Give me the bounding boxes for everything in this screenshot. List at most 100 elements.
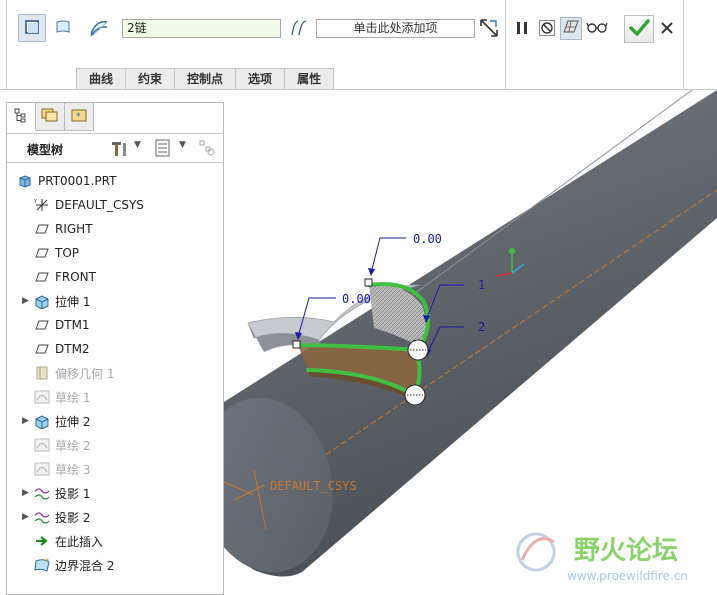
tree-node-csys[interactable]: Y DEFAULT_CSYS (7, 193, 223, 217)
chain-label-2: 2 (478, 320, 485, 334)
dim-label-2[interactable]: 0.00 (342, 292, 371, 306)
sketch-icon (34, 389, 50, 405)
tree-node-label: 拉伸 2 (55, 414, 91, 429)
attached-preview-button[interactable] (560, 17, 582, 40)
tree-node-offset-geometry-1[interactable]: 偏移几何 1 (7, 361, 223, 385)
mesh-preview-icon (562, 18, 580, 39)
tree-node-label: DTM1 (55, 318, 90, 332)
tab-folder-browser[interactable] (36, 103, 65, 131)
model-tree-title: 模型树 (27, 143, 64, 157)
expand-arrow-icon[interactable]: ▶ (22, 488, 32, 498)
tree-node-right[interactable]: RIGHT (7, 217, 223, 241)
datum-plane-icon (34, 341, 50, 357)
first-direction-button[interactable] (86, 17, 112, 41)
tab-properties[interactable]: 属性 (284, 68, 335, 89)
favorites-folder-icon: * (70, 107, 88, 126)
tree-settings-dropdown-icon[interactable]: ▼ (179, 140, 186, 150)
diagonal-arrows-icon (478, 17, 500, 42)
tree-filter-icon (198, 140, 216, 160)
tree-filter-button[interactable] (198, 139, 218, 159)
surface-square-icon (23, 18, 41, 39)
tree-node-label: 偏移几何 1 (55, 366, 115, 381)
tree-node-label: 在此插入 (55, 534, 104, 549)
tree-node-label: 草绘 1 (55, 390, 91, 405)
boundary-blend-dashboard: 2链 单击此处添加项 曲线 约束 控制点 选项 属性 (0, 0, 717, 90)
graphics-viewport[interactable]: 0.00 0.00 1 2 DEFAULT_CSYS 野火论坛 www.proe… (199, 89, 717, 595)
tab-curves[interactable]: 曲线 (76, 68, 127, 89)
second-direction-add-field[interactable]: 单击此处添加项 (316, 19, 475, 38)
tree-node-label: 草绘 3 (55, 462, 91, 477)
prohibit-circle-icon (539, 19, 555, 39)
expand-arrow-icon[interactable]: ▶ (22, 296, 32, 306)
tab-constraints[interactable]: 约束 (125, 68, 176, 89)
tree-node-label: 投影 2 (55, 510, 91, 525)
tab-control-points[interactable]: 控制点 (174, 68, 237, 89)
tree-node-part[interactable]: PRT0001.PRT (7, 169, 223, 193)
tree-tools-dropdown-icon[interactable]: ▼ (134, 140, 141, 150)
tree-node-projection-2[interactable]: ▶ 投影 2 (7, 505, 223, 529)
projection-icon (34, 509, 50, 525)
surface-type-button[interactable] (18, 14, 46, 42)
watermark-title: 野火论坛 (574, 536, 678, 566)
pause-button[interactable] (512, 18, 532, 40)
watermark-logo-icon (516, 532, 556, 572)
drag-handle-square-2[interactable] (292, 340, 301, 349)
expand-arrow-icon[interactable]: ▶ (22, 512, 32, 522)
navigator-tabs: * (7, 103, 94, 133)
dim-label-1[interactable]: 0.00 (413, 232, 442, 246)
drag-handle-circle-1[interactable] (407, 339, 429, 361)
second-direction-curves-icon (288, 18, 310, 41)
tree-settings-button[interactable] (154, 139, 174, 159)
drag-handle-circle-2[interactable] (404, 384, 426, 406)
tab-favorites[interactable]: * (65, 103, 94, 131)
expand-arrow-icon[interactable]: ▶ (22, 416, 32, 426)
tree-node-dtm2[interactable]: DTM2 (7, 337, 223, 361)
tree-node-sketch-1[interactable]: 草绘 1 (7, 385, 223, 409)
flat-surface-button[interactable] (50, 14, 76, 42)
tree-node-projection-1[interactable]: ▶ 投影 1 (7, 481, 223, 505)
tree-node-dtm1[interactable]: DTM1 (7, 313, 223, 337)
tree-node-extrude-2[interactable]: ▶ 拉伸 2 (7, 409, 223, 433)
second-direction-button[interactable] (286, 17, 312, 41)
first-direction-chain-field[interactable]: 2链 (122, 19, 281, 38)
tree-node-boundary-blend-2[interactable]: * 边界混合 2 (7, 553, 223, 577)
tree-node-sketch-3[interactable]: 草绘 3 (7, 457, 223, 481)
dashboard-control-panel (506, 0, 684, 90)
tree-node-front[interactable]: FRONT (7, 265, 223, 289)
tree-node-extrude-1[interactable]: ▶ 拉伸 1 (7, 289, 223, 313)
tree-node-label: PRT0001.PRT (38, 174, 117, 188)
tree-node-top[interactable]: TOP (7, 241, 223, 265)
verify-preview-button[interactable] (585, 17, 609, 40)
closed-blend-button[interactable] (477, 16, 501, 42)
apply-button[interactable] (624, 15, 654, 43)
svg-text:*: * (45, 557, 49, 566)
sketch-icon (34, 461, 50, 477)
extrude-icon (34, 413, 50, 429)
model-tree-icon (13, 107, 29, 126)
tree-node-label: 拉伸 1 (55, 294, 91, 309)
no-preview-button[interactable] (537, 18, 557, 40)
tree-node-label: DEFAULT_CSYS (55, 198, 144, 212)
tab-model-tree[interactable] (7, 103, 36, 131)
dashboard-main-panel: 2链 单击此处添加项 曲线 约束 控制点 选项 属性 (6, 0, 506, 90)
datum-plane-icon (34, 317, 50, 333)
tree-node-sketch-2[interactable]: 草绘 2 (7, 433, 223, 457)
offset-geometry-icon (34, 365, 50, 381)
model-view: 0.00 0.00 1 2 DEFAULT_CSYS 野火论坛 www.proe… (199, 89, 717, 583)
extrude-icon (34, 293, 50, 309)
csys-icon: Y (34, 197, 50, 213)
datum-plane-icon (34, 221, 50, 237)
svg-text:Y: Y (34, 199, 38, 205)
chain-label-1: 1 (478, 278, 485, 292)
boundary-blend-icon: * (34, 557, 50, 573)
close-icon (660, 21, 674, 38)
tree-node-label: 草绘 2 (55, 438, 91, 453)
svg-text:*: * (76, 112, 81, 122)
drag-handle-square-1[interactable] (364, 278, 373, 287)
sketch-icon (34, 437, 50, 453)
tree-tools-button[interactable] (109, 139, 129, 159)
tab-options[interactable]: 选项 (235, 68, 286, 89)
tree-node-insert-here[interactable]: 在此插入 (7, 529, 223, 553)
list-settings-icon (154, 139, 172, 160)
cancel-button[interactable] (657, 18, 677, 40)
